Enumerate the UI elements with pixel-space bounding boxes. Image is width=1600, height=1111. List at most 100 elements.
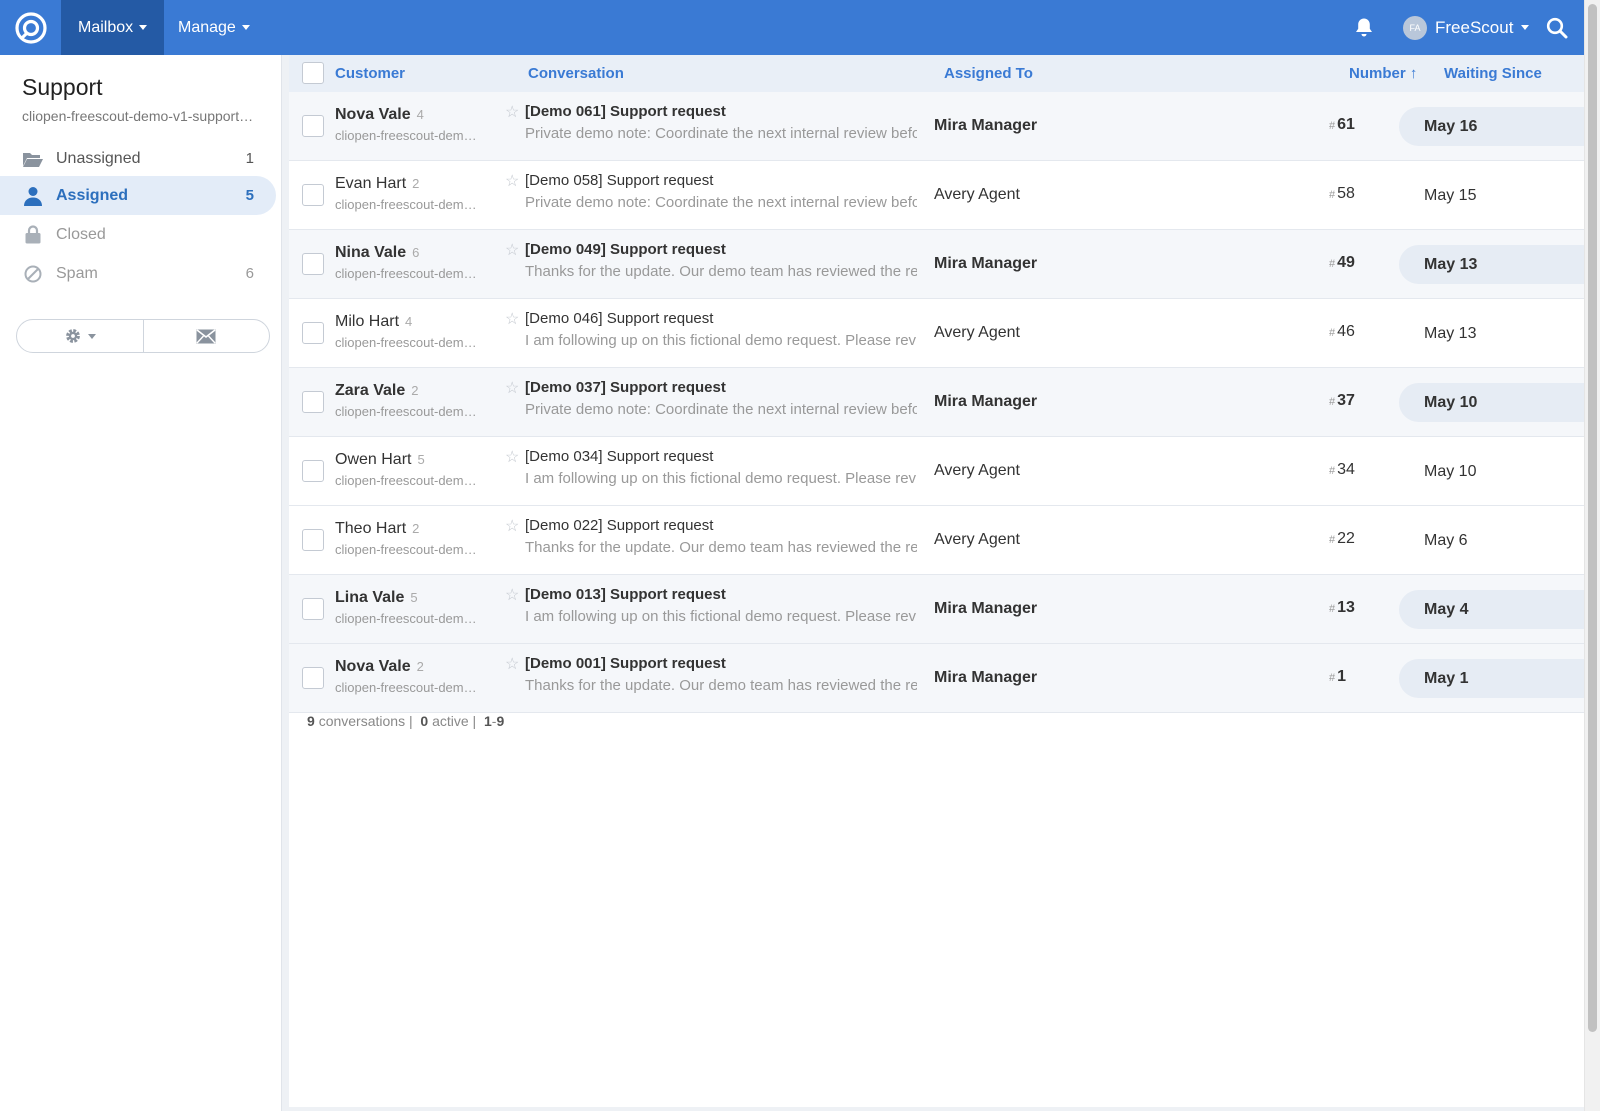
sidebar: Support cliopen-freescout-demo-v1-suppor… bbox=[0, 55, 282, 1111]
row-checkbox[interactable] bbox=[302, 322, 324, 344]
waiting-since: May 15 bbox=[1424, 187, 1477, 204]
range-start: 1 bbox=[483, 713, 492, 729]
sidebar-item-spam[interactable]: Spam 6 bbox=[0, 254, 276, 293]
star-icon[interactable]: ☆ bbox=[505, 378, 519, 398]
freescout-logo-icon[interactable] bbox=[14, 11, 48, 45]
table-row[interactable]: Evan Hart 2 cliopen-freescout-dem… ☆ [Demo 0… bbox=[289, 161, 1584, 230]
scrollbar[interactable] bbox=[1584, 0, 1600, 1111]
table-row[interactable]: Nova Vale 4 cliopen-freescout-dem… ☆ [Demo 0… bbox=[289, 92, 1584, 161]
customer-name[interactable]: Lina Vale 5 bbox=[335, 589, 418, 607]
column-customer[interactable]: Customer bbox=[335, 65, 405, 82]
row-checkbox[interactable] bbox=[302, 460, 324, 482]
conversation-number-value: 22 bbox=[1337, 530, 1355, 547]
column-waiting-since[interactable]: Waiting Since bbox=[1444, 65, 1542, 82]
customer-name-text: Theo Hart bbox=[335, 520, 407, 537]
conversation-number-value: 46 bbox=[1337, 323, 1355, 340]
sidebar-item-label: Closed bbox=[56, 225, 106, 243]
hash-icon: # bbox=[1329, 189, 1336, 201]
star-icon[interactable]: ☆ bbox=[505, 240, 519, 260]
row-checkbox[interactable] bbox=[302, 253, 324, 275]
column-assigned-to[interactable]: Assigned To bbox=[944, 65, 1033, 82]
customer-name[interactable]: Zara Vale 2 bbox=[335, 382, 419, 400]
star-icon[interactable]: ☆ bbox=[505, 585, 519, 605]
mailbox-menu[interactable]: Mailbox bbox=[61, 0, 165, 55]
hash-icon: # bbox=[1329, 258, 1336, 270]
conversation-number: #58 bbox=[1329, 185, 1355, 203]
conversation-subject[interactable]: [Demo 034] Support request bbox=[525, 448, 713, 465]
table-row[interactable]: Nova Vale 2 cliopen-freescout-dem… ☆ [Demo 0… bbox=[289, 644, 1584, 713]
mailbox-menu-label: Mailbox bbox=[78, 19, 134, 36]
conversation-number-value: 37 bbox=[1337, 392, 1355, 409]
conversation-preview[interactable]: I am following up on this fictional demo… bbox=[525, 608, 917, 625]
star-icon[interactable]: ☆ bbox=[505, 516, 519, 536]
conversation-subject[interactable]: [Demo 037] Support request bbox=[525, 379, 726, 396]
conversation-preview[interactable]: I am following up on this fictional demo… bbox=[525, 332, 917, 349]
user-menu[interactable]: FA FreeScout bbox=[1403, 0, 1530, 55]
conversation-preview[interactable]: Thanks for the update. Our demo team has… bbox=[525, 539, 917, 556]
star-icon[interactable]: ☆ bbox=[505, 102, 519, 122]
customer-name[interactable]: Theo Hart 2 bbox=[335, 520, 419, 538]
manage-menu[interactable]: Manage bbox=[161, 0, 267, 55]
notifications-button[interactable] bbox=[1354, 0, 1374, 55]
conversation-preview[interactable]: Private demo note: Coordinate the next i… bbox=[525, 194, 917, 211]
row-checkbox[interactable] bbox=[302, 667, 324, 689]
select-all-checkbox[interactable] bbox=[302, 62, 324, 84]
conversation-number: #49 bbox=[1329, 254, 1355, 272]
column-conversation[interactable]: Conversation bbox=[528, 65, 624, 82]
conversation-preview[interactable]: Thanks for the update. Our demo team has… bbox=[525, 677, 917, 694]
star-icon[interactable]: ☆ bbox=[505, 447, 519, 467]
conversation-subject[interactable]: [Demo 046] Support request bbox=[525, 310, 713, 327]
waiting-since: May 10 bbox=[1399, 383, 1584, 422]
conversation-preview[interactable]: Private demo note: Coordinate the next i… bbox=[525, 401, 917, 418]
table-row[interactable]: Owen Hart 5 cliopen-freescout-dem… ☆ [Demo 0… bbox=[289, 437, 1584, 506]
star-icon[interactable]: ☆ bbox=[505, 654, 519, 674]
conversation-subject[interactable]: [Demo 058] Support request bbox=[525, 172, 713, 189]
scroll-thumb[interactable] bbox=[1588, 4, 1597, 1032]
sidebar-item-unassigned[interactable]: Unassigned 1 bbox=[0, 139, 276, 178]
row-checkbox[interactable] bbox=[302, 391, 324, 413]
conversation-subject[interactable]: [Demo 013] Support request bbox=[525, 586, 726, 603]
gear-icon bbox=[65, 329, 80, 343]
new-conversation-button[interactable] bbox=[144, 320, 270, 352]
thread-count: 5 bbox=[417, 452, 425, 467]
customer-name[interactable]: Nova Vale 4 bbox=[335, 106, 424, 124]
table-row[interactable]: Theo Hart 2 cliopen-freescout-dem… ☆ [Demo 0… bbox=[289, 506, 1584, 575]
customer-name-text: Nina Vale bbox=[335, 244, 407, 261]
row-checkbox[interactable] bbox=[302, 529, 324, 551]
star-icon[interactable]: ☆ bbox=[505, 309, 519, 329]
row-checkbox[interactable] bbox=[302, 598, 324, 620]
star-icon[interactable]: ☆ bbox=[505, 171, 519, 191]
conversation-preview[interactable]: Thanks for the update. Our demo team has… bbox=[525, 263, 917, 280]
conversation-subject[interactable]: [Demo 001] Support request bbox=[525, 655, 726, 672]
search-icon bbox=[1546, 17, 1568, 38]
customer-name[interactable]: Milo Hart 4 bbox=[335, 313, 412, 331]
customer-name[interactable]: Owen Hart 5 bbox=[335, 451, 425, 469]
conversation-number-value: 34 bbox=[1337, 461, 1355, 478]
table-row[interactable]: Zara Vale 2 cliopen-freescout-dem… ☆ [Demo 0… bbox=[289, 368, 1584, 437]
sidebar-item-closed[interactable]: Closed bbox=[0, 215, 276, 254]
search-button[interactable] bbox=[1546, 0, 1568, 55]
conversation-number: #37 bbox=[1329, 392, 1355, 410]
sidebar-item-assigned[interactable]: Assigned 5 bbox=[0, 176, 276, 215]
column-number[interactable]: Number ↑ bbox=[1349, 65, 1417, 82]
envelope-icon bbox=[196, 328, 216, 343]
sidebar-item-label: Unassigned bbox=[56, 149, 141, 167]
row-checkbox[interactable] bbox=[302, 184, 324, 206]
row-checkbox[interactable] bbox=[302, 115, 324, 137]
customer-name[interactable]: Evan Hart 2 bbox=[335, 175, 419, 193]
table-row[interactable]: Milo Hart 4 cliopen-freescout-dem… ☆ [Demo 0… bbox=[289, 299, 1584, 368]
table-row[interactable]: Lina Vale 5 cliopen-freescout-dem… ☆ [Demo 0… bbox=[289, 575, 1584, 644]
conversation-preview[interactable]: I am following up on this fictional demo… bbox=[525, 470, 917, 487]
conversation-preview[interactable]: Private demo note: Coordinate the next i… bbox=[525, 125, 917, 142]
customer-name[interactable]: Nova Vale 2 bbox=[335, 658, 424, 676]
conversation-subject[interactable]: [Demo 049] Support request bbox=[525, 241, 726, 258]
mailbox-settings-button[interactable] bbox=[17, 320, 144, 352]
hash-icon: # bbox=[1329, 672, 1336, 684]
table-row[interactable]: Nina Vale 6 cliopen-freescout-dem… ☆ [Demo 0… bbox=[289, 230, 1584, 299]
lock-icon bbox=[22, 225, 44, 245]
active-count: 0 bbox=[420, 713, 429, 729]
sidebar-item-count: 6 bbox=[245, 265, 254, 282]
conversation-subject[interactable]: [Demo 022] Support request bbox=[525, 517, 713, 534]
customer-name[interactable]: Nina Vale 6 bbox=[335, 244, 419, 262]
conversation-subject[interactable]: [Demo 061] Support request bbox=[525, 103, 726, 120]
